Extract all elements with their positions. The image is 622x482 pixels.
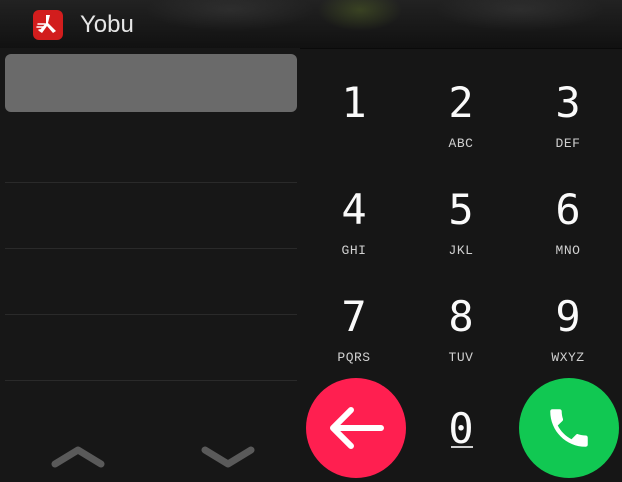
number-display[interactable] [5,54,297,112]
list-divider [5,314,297,315]
key-6[interactable]: 6 MNO [518,155,618,258]
scroll-up-button[interactable] [48,436,108,476]
key-letters: ABC [448,136,474,151]
chevron-up-icon [51,446,105,468]
key-digit: 8 [448,292,474,341]
key-1[interactable]: 1 [304,48,404,148]
key-letters: DEF [555,136,581,151]
key-letters: MNO [555,243,581,258]
key-5[interactable]: 5 JKL [411,155,511,258]
key-letters: GHI [341,243,367,258]
key-letters: WXYZ [551,350,585,365]
key-digit: 2 [448,78,474,127]
phone-icon [550,409,588,447]
list-divider [5,380,297,381]
call-button[interactable] [519,378,619,478]
chevron-down-icon [201,446,255,468]
key-digit: 6 [555,185,581,234]
key-3[interactable]: 3 DEF [518,48,618,151]
zero-underline [451,446,473,448]
key-9[interactable]: 9 WXYZ [518,262,618,365]
key-digit: 5 [448,185,474,234]
list-divider [5,182,297,183]
yobu-logo-icon [33,10,63,40]
key-digit: 7 [341,292,367,341]
key-8[interactable]: 8 TUV [411,262,511,365]
key-4[interactable]: 4 GHI [304,155,404,258]
key-0[interactable]: 0 [411,378,511,478]
left-panel [0,48,300,482]
key-letters: JKL [448,243,474,258]
app-title: Yobu [80,11,134,38]
key-digit: 9 [555,292,581,341]
key-2[interactable]: 2 ABC [411,48,511,151]
list-divider [5,248,297,249]
key-letters: TUV [448,350,474,365]
dialer-app: Yobu 1 2 ABC 3 DEF 4 GHI 5 JKL 6 MNO 7 P… [0,0,622,482]
arrow-left-icon [330,407,384,449]
key-7[interactable]: 7 PQRS [304,262,404,365]
key-digit: 4 [341,185,367,234]
backspace-button[interactable] [306,378,406,478]
keypad: 1 2 ABC 3 DEF 4 GHI 5 JKL 6 MNO 7 PQRS 8… [300,48,622,482]
key-digit: 3 [555,78,581,127]
title-bar: Yobu [0,0,622,49]
key-letters: PQRS [337,350,371,365]
key-digit: 1 [341,78,367,127]
scroll-down-button[interactable] [198,436,258,476]
